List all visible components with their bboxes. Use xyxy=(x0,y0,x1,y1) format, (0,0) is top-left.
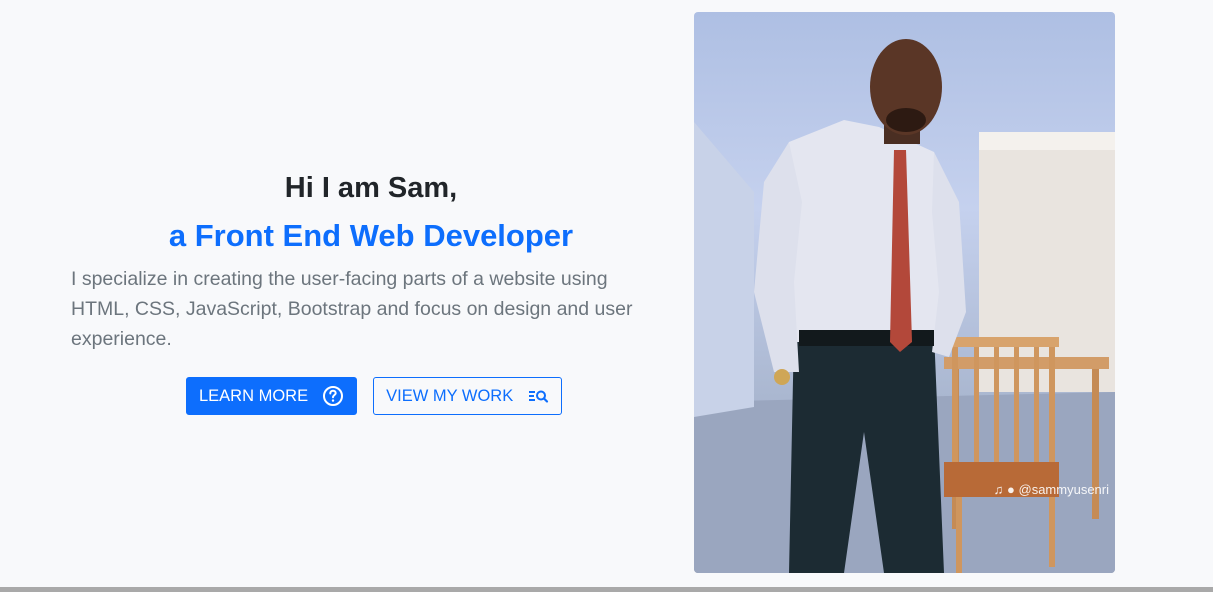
question-circle-icon xyxy=(322,385,344,407)
view-my-work-label: VIEW MY WORK xyxy=(386,386,514,405)
learn-more-label: LEARN MORE xyxy=(199,386,309,405)
learn-more-button[interactable]: LEARN MORE xyxy=(186,377,358,415)
hero-title: Hi I am Sam, xyxy=(284,172,458,204)
user-icon: ● xyxy=(1007,482,1015,497)
tiktok-icon: ♫ xyxy=(993,482,1004,497)
profile-photo: ♫ ● @sammyusenri xyxy=(694,12,1115,573)
bottom-border xyxy=(0,587,1213,592)
hero-buttons: LEARN MORE VIEW MY WORK xyxy=(186,377,563,415)
watermark-handle: @sammyusenri xyxy=(1018,482,1110,497)
hero-text: Hi I am Sam, a Front End Web Developer I… xyxy=(71,168,671,354)
hero-description: I specialize in creating the user-facing… xyxy=(71,268,633,350)
page: Hi I am Sam, a Front End Web Developer I… xyxy=(0,0,1213,592)
hero-subtitle: a Front End Web Developer xyxy=(168,218,574,253)
photo-watermark: ♫ ● @sammyusenri xyxy=(994,482,1109,497)
view-my-work-button[interactable]: VIEW MY WORK xyxy=(373,377,563,415)
search-list-icon xyxy=(527,385,549,407)
